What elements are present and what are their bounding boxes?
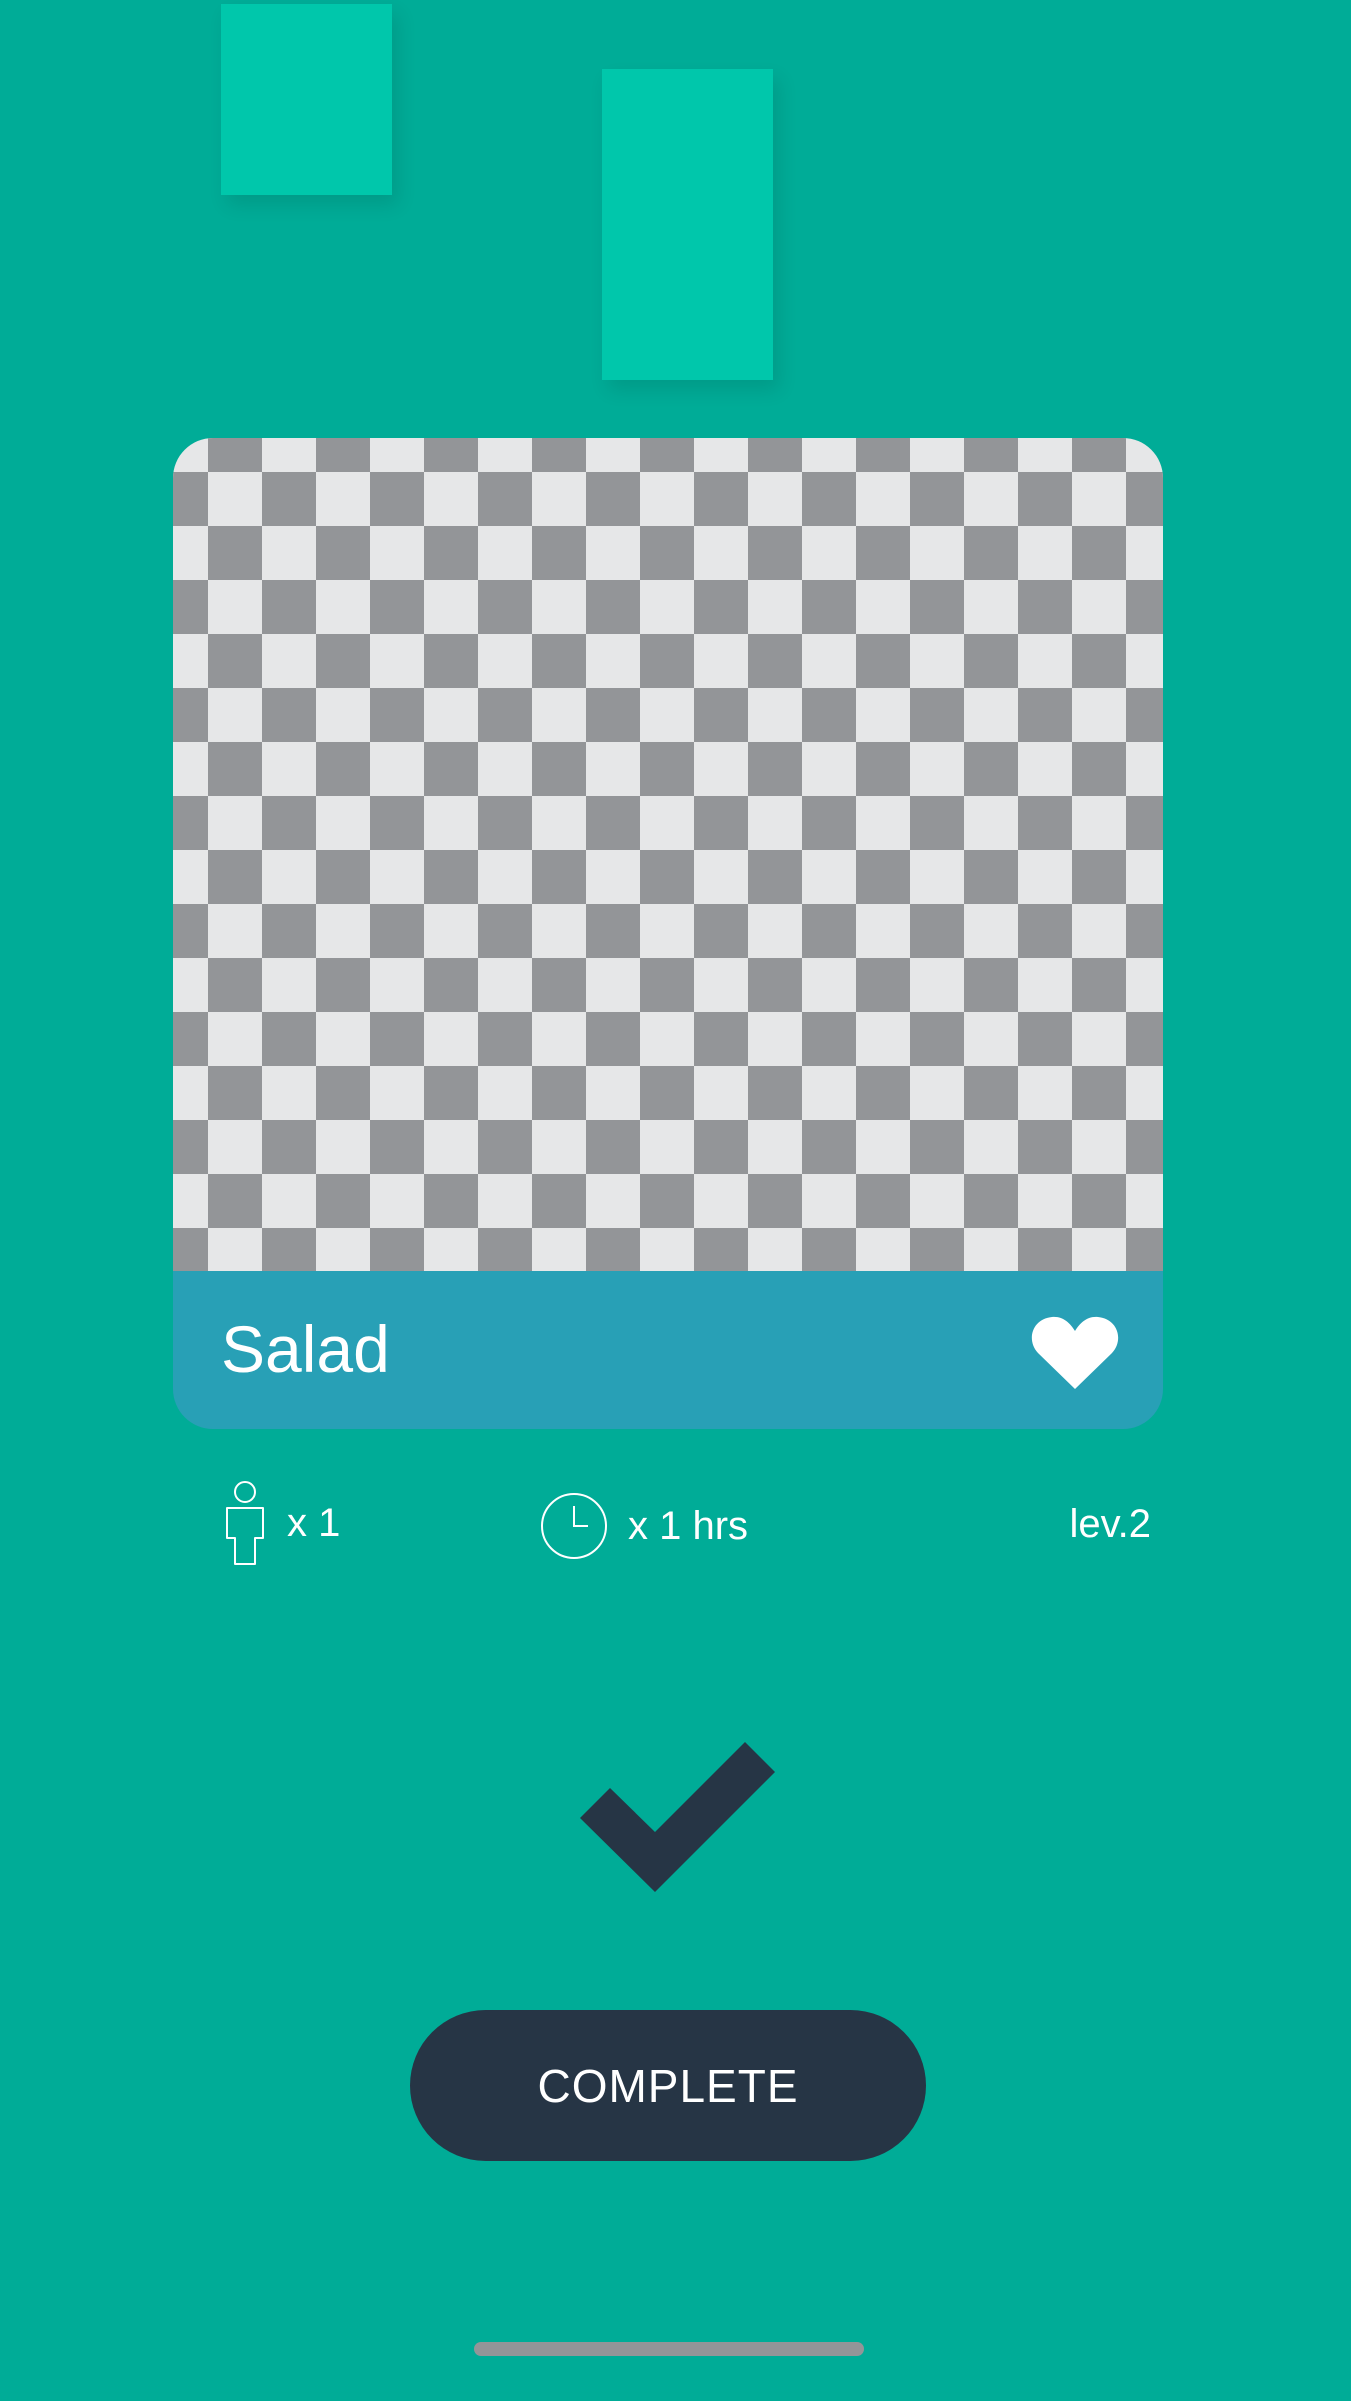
recipe-complete-screen: Salad x 1 x 1 hrs lev.2 COMPLETE [0, 0, 1351, 2401]
clock-icon [540, 1492, 608, 1560]
recipe-card[interactable]: Salad [173, 438, 1163, 1429]
home-indicator[interactable] [474, 2342, 864, 2356]
checkmark-icon [580, 1740, 775, 1895]
time-value: x 1 hrs [628, 1503, 749, 1548]
recipe-image-placeholder [173, 438, 1163, 1271]
level-info: lev.2 [1069, 1502, 1151, 1547]
complete-button[interactable]: COMPLETE [410, 2010, 926, 2161]
time-info: x 1 hrs [540, 1492, 748, 1560]
recipe-title: Salad [221, 1312, 390, 1386]
servings-info: x 1 [223, 1480, 340, 1566]
recipe-info-row: x 1 x 1 hrs lev.2 [0, 1480, 1351, 1570]
decorative-tile-right [602, 69, 773, 380]
level-value: lev.2 [1069, 1502, 1151, 1546]
servings-value: x 1 [287, 1500, 341, 1545]
recipe-card-footer: Salad [173, 1271, 1163, 1429]
heart-icon[interactable] [1030, 1313, 1120, 1393]
person-icon [223, 1480, 267, 1566]
decorative-tile-left [221, 4, 392, 195]
